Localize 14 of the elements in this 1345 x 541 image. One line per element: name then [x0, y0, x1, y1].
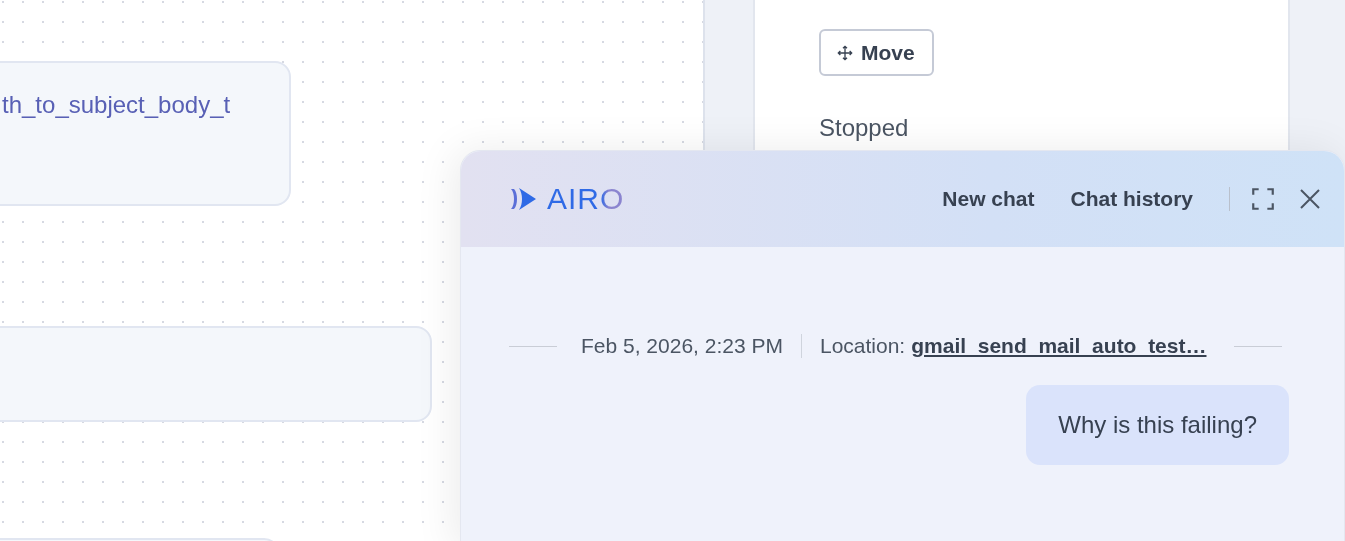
node-label: th_to_subject_body_t: [2, 91, 231, 118]
move-icon: [837, 44, 853, 61]
location-link[interactable]: gmail_send_mail_auto_test…: [911, 334, 1207, 358]
expand-icon[interactable]: [1250, 186, 1276, 212]
location-label: Location:: [819, 334, 906, 358]
header-link[interactable]: New chat: [942, 187, 1035, 211]
close-icon[interactable]: [1298, 187, 1322, 211]
session-timestamp: Feb 5, 2026, 2:23 PM: [581, 334, 783, 358]
move-button[interactable]: Move: [819, 29, 934, 76]
header-link[interactable]: Chat history: [1070, 187, 1193, 211]
workflow-node[interactable]: [0, 326, 432, 422]
message-bubble: Why is this failing?: [1026, 385, 1289, 465]
status-text: Stopped: [819, 114, 909, 142]
workflow-node[interactable]: th_to_subject_body_t: [0, 61, 291, 206]
